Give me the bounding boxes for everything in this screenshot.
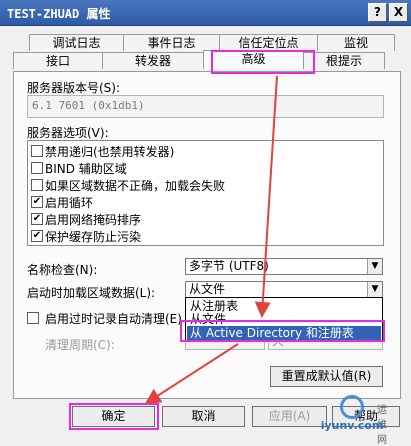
arrow-to-dropdown [254,75,278,318]
watermark-logo: 运维网 iyunv.com [316,395,388,446]
logo-ring-icon [340,395,364,419]
annotation-arrows [144,75,278,405]
arrow-to-ok [144,343,239,405]
